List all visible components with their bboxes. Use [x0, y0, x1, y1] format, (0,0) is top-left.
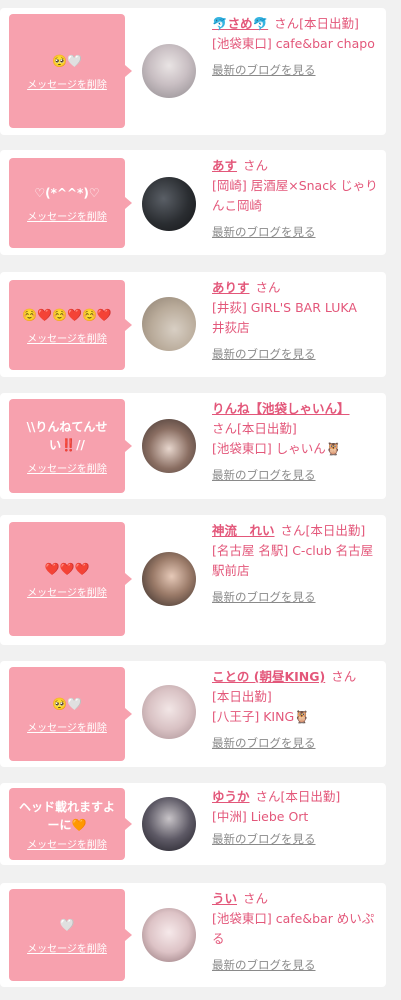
avatar[interactable] [142, 297, 196, 351]
avatar[interactable] [142, 908, 196, 962]
list-item: ♡(*^^*)♡ メッセージを削除 あす さん [岡崎] 居酒屋×Snack じゃ… [0, 150, 386, 255]
cast-name-link[interactable]: あす [212, 158, 237, 173]
avatar[interactable] [142, 419, 196, 473]
honorific: さん [212, 421, 238, 436]
honorific: さん [331, 669, 357, 684]
message-bubble: \\りんねてんせい‼️// メッセージを削除 [9, 399, 132, 493]
shop-info: [池袋東口] cafe&bar めいぷる [212, 911, 375, 946]
delete-message-link[interactable]: メッセージを削除 [27, 76, 107, 91]
message-bubble: ヘッド載れますよーに🧡 メッセージを削除 [9, 788, 132, 860]
list-item: ❤️❤️❤️ メッセージを削除 神流 れい さん[本日出勤] [名古屋 名駅] C… [0, 515, 386, 645]
message-text: 🥺🤍 [52, 53, 82, 68]
message-bubble: 🥺🤍 メッセージを削除 [9, 14, 132, 128]
cast-info: りんね【池袋しゃいん】 さん[本日出勤] [池袋東口] しゃいん🦉 最新のブログ… [212, 399, 380, 485]
list-item: ヘッド載れますよーに🧡 メッセージを削除 ゆうか さん[本日出勤] [中洲] Li… [0, 783, 386, 865]
avatar[interactable] [142, 44, 196, 98]
shop-info: [井荻] GIRL'S BAR LUKA 井荻店 [212, 300, 370, 335]
cast-info: 神流 れい さん[本日出勤] [名古屋 名駅] C-club 名古屋駅前店 最新の… [212, 521, 380, 607]
message-bubble: ♡(*^^*)♡ メッセージを削除 [9, 158, 132, 248]
cast-name-link[interactable]: 神流 れい [212, 523, 275, 538]
latest-blog-link[interactable]: 最新のブログを見る [212, 587, 316, 607]
honorific: さん [280, 523, 306, 538]
attendance-status: [本日出勤] [280, 789, 341, 804]
list-item: ☺️❤️☺️❤️☺️❤️ メッセージを削除 ありす さん [井荻] GIRL'S … [0, 272, 386, 377]
message-bubble: 🤍 メッセージを削除 [9, 889, 132, 981]
avatar[interactable] [142, 797, 196, 851]
attendance-status: [本日出勤] [299, 16, 359, 31]
honorific: さん [274, 16, 300, 31]
latest-blog-link[interactable]: 最新のブログを見る [212, 465, 316, 485]
honorific: さん [255, 280, 281, 295]
message-text: ☺️❤️☺️❤️☺️❤️ [22, 307, 112, 322]
status-line: さん[本日出勤] [212, 419, 380, 439]
attendance-status: [本日出勤] [305, 523, 366, 538]
delete-message-link[interactable]: メッセージを削除 [27, 460, 107, 475]
shop-info: [池袋東口] しゃいん🦉 [212, 441, 342, 456]
shop-info: [岡崎] 居酒屋×Snack じゃりんこ岡崎 [212, 178, 378, 213]
cast-name-link[interactable]: ありす [212, 280, 250, 295]
delete-message-link[interactable]: メッセージを削除 [27, 208, 107, 223]
cast-info: 🐬さめ🐬 さん[本日出勤] [池袋東口] cafe&bar chapo 最新のブロ… [212, 14, 380, 80]
cast-name-link[interactable]: ゆうか [212, 789, 250, 804]
cast-info: あす さん [岡崎] 居酒屋×Snack じゃりんこ岡崎 最新のブログを見る [212, 156, 380, 242]
cast-info: ありす さん [井荻] GIRL'S BAR LUKA 井荻店 最新のブログを見る [212, 278, 380, 364]
latest-blog-link[interactable]: 最新のブログを見る [212, 733, 316, 753]
message-text: ヘッド載れますよーに🧡 [18, 799, 115, 832]
attendance-status: [本日出勤] [212, 689, 272, 704]
message-text: 🤍 [59, 917, 75, 932]
attendance-status: [本日出勤] [237, 421, 297, 436]
cast-name-link[interactable]: 🐬さめ🐬 [212, 16, 268, 31]
message-bubble: ☺️❤️☺️❤️☺️❤️ メッセージを削除 [9, 280, 132, 370]
message-text: ♡(*^^*)♡ [34, 185, 100, 200]
delete-message-link[interactable]: メッセージを削除 [27, 940, 107, 955]
avatar[interactable] [142, 177, 196, 231]
avatar[interactable] [142, 685, 196, 739]
shop-info: [池袋東口] cafe&bar chapo [212, 36, 375, 51]
cast-name-link[interactable]: ことの (朝昼KING) [212, 669, 325, 684]
honorific: さん [243, 891, 269, 906]
cast-info: ゆうか さん[本日出勤] [中洲] Liebe Ort 最新のブログを見る [212, 787, 380, 849]
message-bubble: 🥺🤍 メッセージを削除 [9, 667, 132, 761]
list-item: 🥺🤍 メッセージを削除 🐬さめ🐬 さん[本日出勤] [池袋東口] cafe&bar… [0, 8, 386, 135]
list-item: \\りんねてんせい‼️// メッセージを削除 りんね【池袋しゃいん】 さん[本日… [0, 393, 386, 499]
cast-info: ことの (朝昼KING) さん [本日出勤] [八王子] KING🦉 最新のブログ… [212, 667, 380, 753]
message-bubble: ❤️❤️❤️ メッセージを削除 [9, 522, 132, 636]
cast-name-link[interactable]: うい [212, 891, 237, 906]
latest-blog-link[interactable]: 最新のブログを見る [212, 60, 316, 80]
delete-message-link[interactable]: メッセージを削除 [27, 330, 107, 345]
latest-blog-link[interactable]: 最新のブログを見る [212, 955, 316, 975]
latest-blog-link[interactable]: 最新のブログを見る [212, 344, 316, 364]
honorific: さん [255, 789, 281, 804]
latest-blog-link[interactable]: 最新のブログを見る [212, 222, 316, 242]
delete-message-link[interactable]: メッセージを削除 [27, 836, 107, 851]
message-text: ❤️❤️❤️ [44, 561, 90, 576]
list-item: 🤍 メッセージを削除 うい さん [池袋東口] cafe&bar めいぷる 最新の… [0, 883, 386, 987]
cast-info: うい さん [池袋東口] cafe&bar めいぷる 最新のブログを見る [212, 889, 380, 975]
list-item: 🥺🤍 メッセージを削除 ことの (朝昼KING) さん [本日出勤] [八王子] … [0, 661, 386, 767]
message-text: \\りんねてんせい‼️// [26, 419, 108, 452]
message-text: 🥺🤍 [52, 696, 82, 711]
delete-message-link[interactable]: メッセージを削除 [27, 719, 107, 734]
shop-info: [名古屋 名駅] C-club 名古屋駅前店 [212, 543, 374, 578]
shop-info: [八王子] KING🦉 [212, 709, 310, 724]
honorific: さん [243, 158, 269, 173]
latest-blog-link[interactable]: 最新のブログを見る [212, 829, 316, 849]
cast-name-link[interactable]: りんね【池袋しゃいん】 [212, 401, 350, 416]
delete-message-link[interactable]: メッセージを削除 [27, 584, 107, 599]
avatar[interactable] [142, 552, 196, 606]
shop-info: [中洲] Liebe Ort [212, 809, 309, 824]
